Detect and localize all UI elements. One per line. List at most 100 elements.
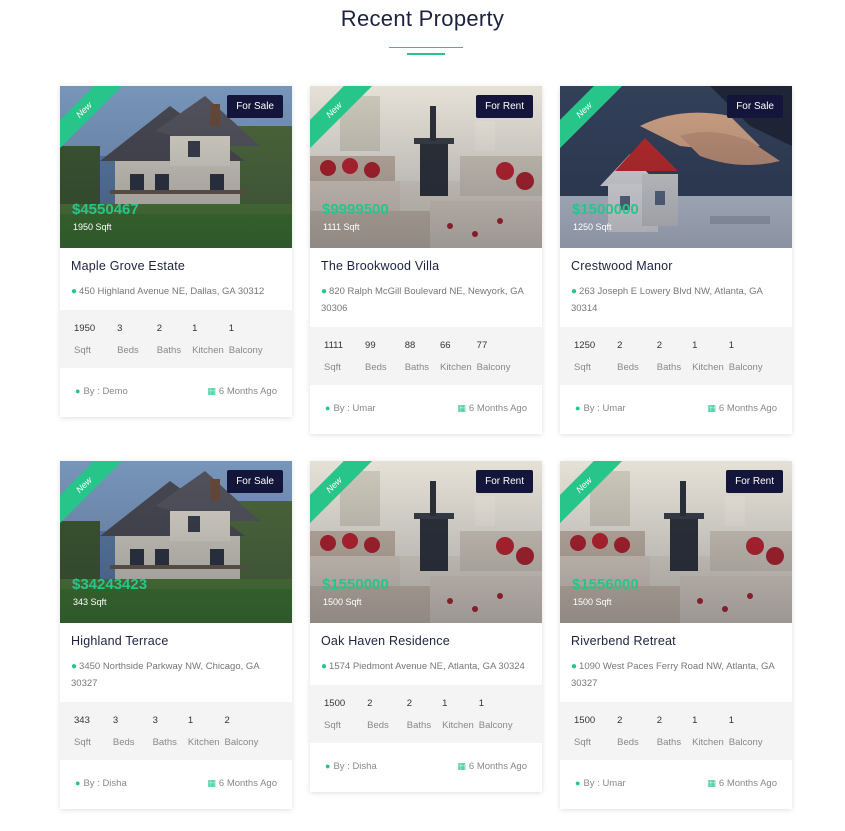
- feature-beds: 3 Beds: [117, 323, 139, 356]
- card-footer: ● By : Disha ▦ 6 Months Ago: [60, 760, 292, 809]
- author: ● By : Umar: [325, 403, 376, 414]
- property-title[interactable]: The Brookwood Villa: [321, 259, 531, 273]
- property-price: $34243423: [72, 576, 148, 593]
- property-image[interactable]: New For Sale $34243423 343 Sqft: [60, 461, 292, 623]
- feature-label: Kitchen: [187, 737, 220, 748]
- property-image[interactable]: New For Rent $9999500 1111 Sqft: [310, 86, 542, 248]
- feature-label: Balcony: [476, 362, 511, 373]
- card-footer: ● By : Umar ▦ 6 Months Ago: [560, 385, 792, 434]
- feature-value: 2: [617, 340, 623, 351]
- posted-time: ▦ 6 Months Ago: [207, 386, 277, 397]
- feature-value: 1: [442, 698, 448, 709]
- card-footer: ● By : Demo ▦ 6 Months Ago: [60, 368, 292, 417]
- feature-label: Balcony: [478, 720, 513, 731]
- property-area: 1950 Sqft: [73, 222, 112, 232]
- author-text[interactable]: By : Disha: [83, 778, 126, 789]
- feature-kitchen: 1 Kitchen: [192, 323, 224, 356]
- property-title[interactable]: Maple Grove Estate: [71, 259, 281, 273]
- feature-label: Balcony: [728, 362, 763, 373]
- property-address: ● 1090 West Paces Ferry Road NW, Atlanta,…: [571, 658, 781, 692]
- property-area: 1500 Sqft: [323, 597, 362, 607]
- feature-value: 1111: [324, 340, 344, 351]
- feature-label: Kitchen: [692, 737, 724, 748]
- feature-value: 1500: [324, 698, 346, 709]
- author: ● By : Umar: [575, 778, 626, 789]
- feature-balcony: 1 Balcony: [729, 715, 763, 748]
- property-address: ● 263 Joseph E Lowery Blvd NW, Atlanta, G…: [571, 283, 781, 317]
- property-card[interactable]: New For Sale $34243423 343 Sqft Highland…: [60, 461, 292, 809]
- map-pin-icon: ●: [321, 661, 328, 672]
- feature-value: 1: [692, 715, 698, 726]
- feature-balcony: 77 Balcony: [477, 340, 511, 373]
- feature-balcony: 1 Balcony: [229, 323, 263, 356]
- feature-beds: 99 Beds: [365, 340, 387, 373]
- author-text[interactable]: By : Umar: [583, 778, 625, 789]
- property-features: 1250 Sqft 2 Beds 2 Baths 1 Kitchen 1 Bal…: [560, 327, 792, 385]
- author-text[interactable]: By : Umar: [333, 403, 375, 414]
- feature-value: 3: [152, 715, 158, 726]
- property-price: $9999500: [322, 201, 389, 218]
- posted-time: ▦ 6 Months Ago: [707, 403, 777, 414]
- address-text: 1090 West Paces Ferry Road NW, Atlanta, …: [571, 661, 775, 689]
- property-address: ● 450 Highland Avenue NE, Dallas, GA 3031…: [71, 283, 281, 300]
- feature-value: 2: [656, 340, 663, 351]
- posted-time: ▦ 6 Months Ago: [457, 761, 527, 772]
- property-image[interactable]: New For Sale $4550467 1950 Sqft: [60, 86, 292, 248]
- property-price: $1556000: [572, 576, 639, 593]
- property-title[interactable]: Highland Terrace: [71, 634, 281, 648]
- calendar-icon: ▦: [207, 386, 216, 396]
- feature-baths: 2 Baths: [657, 340, 681, 373]
- property-card[interactable]: New For Sale $1500000 1250 Sqft Crestwoo…: [560, 86, 792, 434]
- feature-kitchen: 66 Kitchen: [440, 340, 472, 373]
- property-title[interactable]: Crestwood Manor: [571, 259, 781, 273]
- feature-label: Sqft: [324, 720, 341, 731]
- feature-label: Beds: [365, 362, 387, 373]
- feature-value: 1: [192, 323, 198, 334]
- feature-value: 343: [74, 715, 90, 726]
- property-price: $4550467: [72, 201, 139, 218]
- feature-value: 88: [404, 340, 416, 351]
- feature-kitchen: 1 Kitchen: [188, 715, 220, 748]
- user-icon: ●: [575, 778, 581, 788]
- property-image[interactable]: New For Sale $1500000 1250 Sqft: [560, 86, 792, 248]
- calendar-icon: ▦: [457, 403, 466, 413]
- author-text[interactable]: By : Umar: [583, 403, 625, 414]
- posted-time-text: 6 Months Ago: [468, 761, 527, 772]
- property-card[interactable]: New For Rent $1556000 1500 Sqft Riverben…: [560, 461, 792, 809]
- feature-beds: 3 Beds: [113, 715, 135, 748]
- map-pin-icon: ●: [71, 286, 78, 297]
- address-text: 263 Joseph E Lowery Blvd NW, Atlanta, GA…: [571, 286, 763, 314]
- title-underline: [389, 47, 463, 48]
- posted-time-text: 6 Months Ago: [468, 403, 527, 414]
- author-text[interactable]: By : Demo: [83, 386, 127, 397]
- property-title[interactable]: Oak Haven Residence: [321, 634, 531, 648]
- feature-label: Beds: [112, 737, 135, 748]
- property-area: 1250 Sqft: [573, 222, 612, 232]
- feature-value: 2: [156, 323, 163, 334]
- property-image[interactable]: New For Rent $1550000 1500 Sqft: [310, 461, 542, 623]
- feature-value: 3: [112, 715, 119, 726]
- address-text: 820 Ralph McGill Boulevard NE, Newyork, …: [321, 286, 524, 314]
- property-area: 343 Sqft: [73, 597, 107, 607]
- user-icon: ●: [325, 761, 331, 771]
- feature-value: 2: [617, 715, 623, 726]
- card-footer: ● By : Umar ▦ 6 Months Ago: [310, 385, 542, 434]
- property-card[interactable]: New For Sale $4550467 1950 Sqft Maple Gr…: [60, 86, 292, 417]
- property-address: ● 820 Ralph McGill Boulevard NE, Newyork,…: [321, 283, 531, 317]
- property-area: 1111 Sqft: [323, 222, 360, 232]
- property-card[interactable]: New For Rent $9999500 1111 Sqft The Broo…: [310, 86, 542, 434]
- feature-baths: 88 Baths: [405, 340, 429, 373]
- posted-time: ▦ 6 Months Ago: [207, 778, 277, 789]
- user-icon: ●: [75, 386, 81, 396]
- feature-label: Kitchen: [439, 362, 472, 373]
- property-image[interactable]: New For Rent $1556000 1500 Sqft: [560, 461, 792, 623]
- feature-beds: 2 Beds: [617, 715, 639, 748]
- section-title: Recent Property: [340, 6, 505, 31]
- feature-label: Baths: [156, 345, 182, 356]
- feature-sqft: 343 Sqft: [74, 715, 91, 748]
- property-card[interactable]: New For Rent $1550000 1500 Sqft Oak Have…: [310, 461, 542, 792]
- address-text: 3450 Northside Parkway NW, Chicago, GA 3…: [71, 661, 260, 689]
- property-features: 1500 Sqft 2 Beds 2 Baths 1 Kitchen 1 Bal…: [560, 702, 792, 760]
- author-text[interactable]: By : Disha: [333, 761, 376, 772]
- property-title[interactable]: Riverbend Retreat: [571, 634, 781, 648]
